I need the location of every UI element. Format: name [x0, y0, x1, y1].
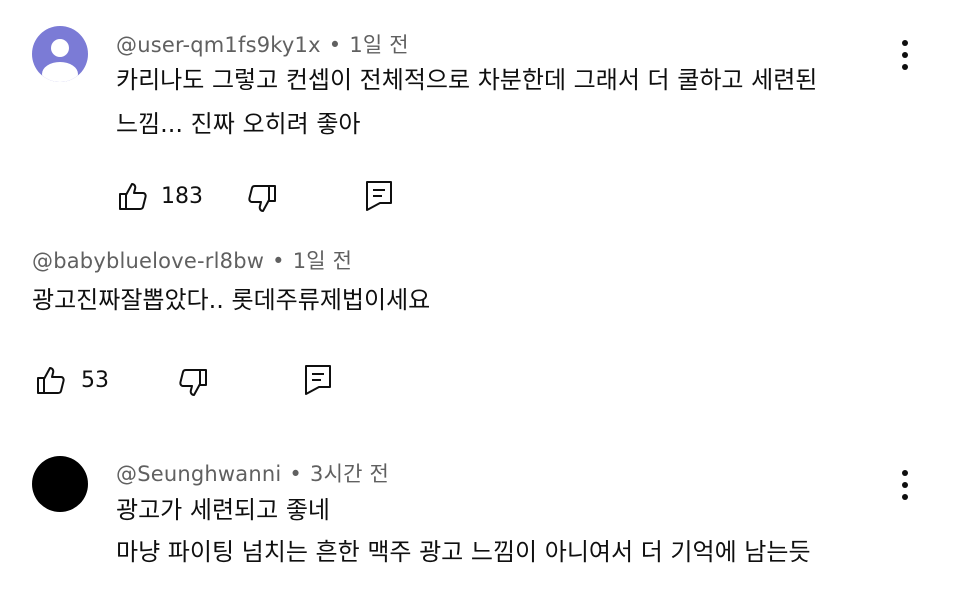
- more-vert-icon[interactable]: [895, 468, 915, 502]
- comment-time: 1일 전: [292, 249, 353, 273]
- comment-text-line: 느낌... 진짜 오히려 좋아: [116, 110, 361, 138]
- reply-icon[interactable]: [365, 180, 393, 212]
- comment-text-line: 카리나도 그렇고 컨셉이 전체적으로 차분한데 그래서 더 쿨하고 세련된: [116, 66, 818, 94]
- comment-author[interactable]: @babybluelove-rl8bw: [32, 249, 264, 273]
- separator-dot: •: [328, 33, 342, 57]
- comment-author[interactable]: @Seunghwanni: [116, 462, 281, 486]
- thumbs-down-icon[interactable]: [246, 183, 278, 215]
- like-count: 183: [161, 184, 203, 209]
- like-count: 53: [81, 368, 109, 393]
- comments-page: @user-qm1fs9ky1x • 1일 전 카리나도 그렇고 컨셉이 전체적으로…: [0, 0, 960, 596]
- comment-meta: @Seunghwanni • 3시간 전: [116, 458, 389, 488]
- comment-text-line: 광고가 세련되고 좋네: [116, 496, 330, 524]
- comment-time: 1일 전: [349, 33, 409, 57]
- comment-text-line: 마냥 파이팅 넘치는 흔한 맥주 광고 느낌이 아니여서 더 기억에 남는듯: [116, 538, 811, 566]
- comment-author[interactable]: @user-qm1fs9ky1x: [116, 33, 321, 57]
- more-vert-icon[interactable]: [895, 38, 915, 72]
- separator-dot: •: [289, 462, 303, 486]
- default-person-icon: [42, 39, 78, 82]
- thumbs-down-icon[interactable]: [177, 367, 209, 399]
- reply-icon[interactable]: [304, 364, 332, 396]
- separator-dot: •: [272, 249, 285, 273]
- thumbs-up-icon[interactable]: [35, 364, 67, 396]
- avatar[interactable]: [32, 456, 88, 512]
- comment-time: 3시간 전: [310, 462, 390, 486]
- thumbs-up-icon[interactable]: [117, 180, 149, 212]
- comment-meta: @babybluelove-rl8bw • 1일 전: [32, 245, 352, 275]
- comment-text-line: 광고진짜잘뽑았다.. 롯데주류제법이세요: [32, 286, 431, 314]
- avatar[interactable]: [32, 26, 88, 82]
- comment-meta: @user-qm1fs9ky1x • 1일 전: [116, 29, 409, 59]
